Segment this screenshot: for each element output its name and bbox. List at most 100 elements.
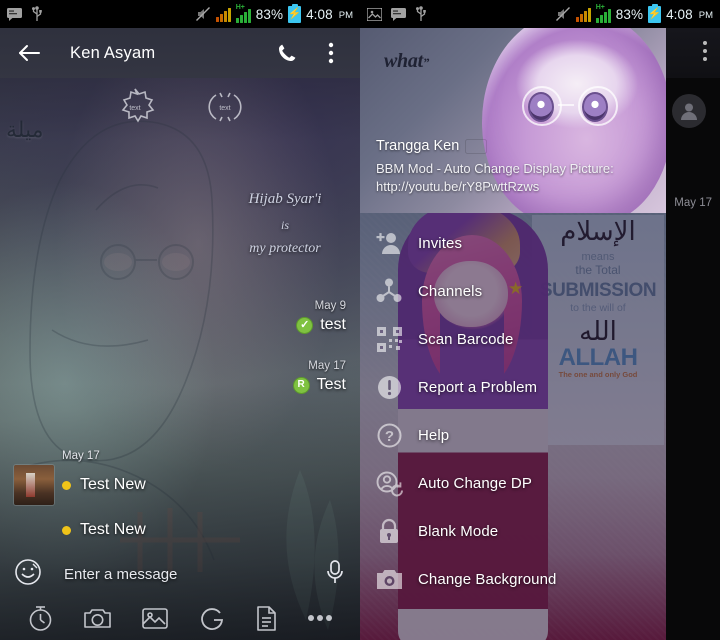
status-bar-right-icons: H+ 83% ⚡ 4:08 PM [195, 3, 353, 23]
smiley-icon[interactable] [14, 558, 42, 591]
text-effects-row: text text [0, 86, 360, 128]
message-line: R Test [292, 376, 346, 394]
menu-item-blank-mode[interactable]: Blank Mode [360, 507, 666, 555]
wallpaper-quote: Hijab Syar'i is my protector [210, 186, 360, 262]
wallpaper-quote-line2: is [280, 217, 289, 232]
signal-bars-sim2-icon: H+ [595, 3, 611, 23]
back-arrow-icon[interactable] [14, 38, 44, 68]
menu-item-label: Report a Problem [418, 378, 538, 396]
network-type-label: H+ [235, 3, 245, 11]
status-bar-right-icons: H+ 83% ⚡ 4:08 PM [555, 3, 713, 23]
image-icon [367, 7, 382, 21]
menu-item-label: Blank Mode [418, 522, 499, 540]
clock-ampm: PM [338, 9, 353, 21]
chat-title: Ken Asyam [70, 43, 156, 62]
signal-bars-sim2-icon: H+ [235, 3, 251, 23]
overflow-menu-icon[interactable] [316, 38, 346, 68]
menu-item-scan-barcode[interactable]: Scan Barcode [360, 315, 666, 363]
message-input-bar[interactable]: Enter a message [0, 552, 360, 596]
phone-icon[interactable] [272, 38, 302, 68]
status-badge-delivered: ✓ [296, 316, 314, 334]
channels-icon [360, 278, 418, 304]
mute-icon [555, 6, 571, 22]
menu-item-label: Invites [418, 234, 463, 252]
text-sparkle-icon[interactable]: text [113, 86, 157, 133]
status-bar-left-icons [7, 6, 43, 22]
screen: ميلة Hijab Syar'i is my protector H+ 83%… [0, 0, 720, 640]
menu-item-report-problem[interactable]: Report a Problem [360, 363, 666, 411]
wallpaper-quote-line3: my protector [249, 240, 321, 256]
message-row-incoming-2[interactable]: Test New [54, 521, 146, 539]
message-line: ✓ test [296, 316, 346, 334]
menu-item-label: Channels [418, 282, 483, 300]
drawer-display-name-row: Trangga Ken [376, 138, 486, 154]
menu-item-invites[interactable]: Invites [360, 219, 666, 267]
message-icon [391, 7, 406, 21]
clock-time: 4:08 [666, 6, 693, 22]
avatar-placeholder-icon [672, 94, 706, 128]
gallery-icon[interactable] [141, 606, 169, 631]
usb-icon [31, 6, 43, 22]
dp-glasses-left [522, 86, 562, 126]
svg-text:text: text [129, 105, 140, 112]
glympse-icon[interactable] [199, 605, 226, 632]
message-row-incoming-1[interactable]: May 17 Test New Test New [14, 450, 146, 539]
menu-item-change-background[interactable]: Change Background [360, 555, 666, 603]
document-icon[interactable] [255, 605, 278, 632]
chat-panel: ميلة Hijab Syar'i is my protector H+ 83%… [0, 0, 360, 640]
battery-percent: 83% [255, 6, 284, 22]
network-type-label: H+ [595, 3, 605, 11]
wallpaper-quote-line1: Hijab Syar'i [248, 191, 322, 207]
clock-ampm: PM [698, 9, 713, 21]
menu-item-auto-change-dp[interactable]: Auto Change DP [360, 459, 666, 507]
message-input-placeholder[interactable]: Enter a message [64, 566, 177, 583]
more-icon[interactable] [307, 614, 333, 622]
message-list: May 9 ✓ test May 17 R Test May 17 Test N… [0, 300, 360, 552]
navigation-drawer: what” Trangga Ken BBM Mod - Auto Change … [360, 28, 666, 640]
drawer-overlay-text: what” [384, 50, 429, 73]
message-line: Test New [14, 465, 146, 505]
signal-bars-sim1-icon [215, 7, 231, 22]
usb-icon [415, 6, 427, 22]
signal-bars-sim1-icon [575, 7, 591, 22]
drawer-header[interactable]: what” Trangga Ken BBM Mod - Auto Change … [360, 28, 666, 213]
auto-change-dp-icon [360, 470, 418, 497]
avatar[interactable] [14, 465, 54, 505]
background-message-date: May 17 [674, 197, 712, 209]
battery-percent: 83% [615, 6, 644, 22]
camera-icon [360, 568, 418, 591]
dp-glasses-bridge [558, 104, 574, 106]
clock-time: 4:08 [306, 6, 333, 22]
message-row-outgoing-2[interactable]: May 17 R Test [292, 360, 346, 394]
timer-icon[interactable] [27, 605, 54, 632]
message-date: May 17 [308, 360, 346, 372]
drawer-status-message: BBM Mod - Auto Change Display Picture: h… [376, 161, 614, 194]
drawer-menu: Invites Channels Scan Barcode Report a P… [360, 213, 666, 640]
menu-item-label: Change Background [418, 570, 557, 588]
message-text: Test New [80, 476, 146, 493]
add-person-icon [360, 231, 418, 255]
menu-item-label: Scan Barcode [418, 330, 514, 348]
battery-icon: ⚡ [648, 3, 661, 23]
lock-icon [360, 518, 418, 544]
menu-item-channels[interactable]: Channels [360, 267, 666, 315]
camera-icon[interactable] [83, 606, 112, 631]
mute-icon [195, 6, 211, 22]
message-date: May 9 [314, 300, 346, 312]
message-text: test [320, 316, 346, 333]
menu-item-label: Auto Change DP [418, 474, 532, 492]
message-row-outgoing-1[interactable]: May 9 ✓ test [296, 300, 346, 334]
message-text: Test New [80, 521, 146, 538]
text-radiate-icon[interactable]: text [203, 86, 247, 133]
overlay-quote-mark: ” [422, 55, 430, 70]
overflow-menu-icon[interactable] [702, 40, 708, 67]
indonesia-flag-icon [466, 140, 486, 153]
menu-item-help[interactable]: ? Help [360, 411, 666, 459]
status-bar-left: H+ 83% ⚡ 4:08 PM [0, 0, 360, 28]
dp-glasses-right [578, 86, 618, 126]
svg-text:text: text [219, 105, 230, 112]
microphone-icon[interactable] [324, 559, 346, 590]
svg-text:?: ? [384, 428, 393, 445]
alert-icon [360, 375, 418, 400]
message-icon [7, 7, 22, 21]
